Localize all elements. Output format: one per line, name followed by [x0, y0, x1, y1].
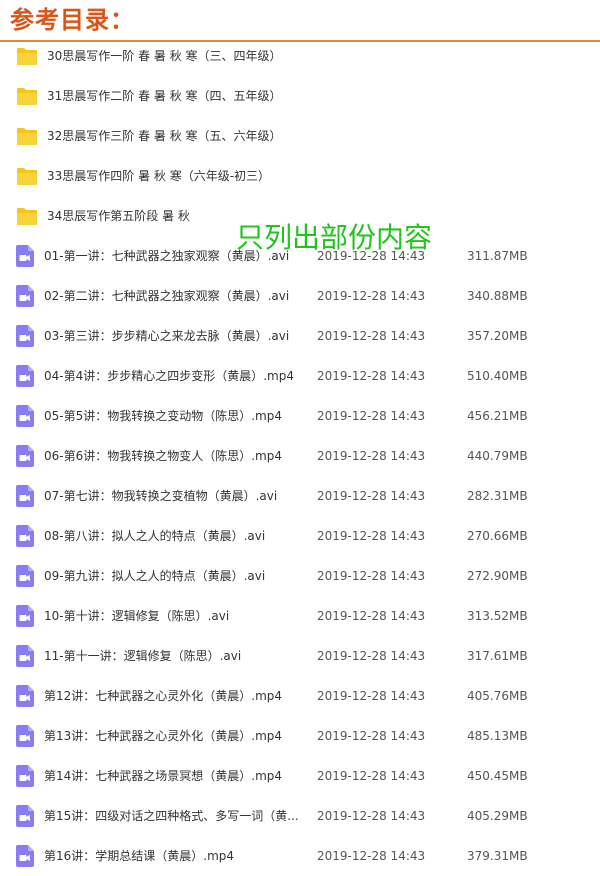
- file-name: 04-第4讲：步步精心之四步变形（黄晨）.mp4: [44, 369, 294, 383]
- folder-icon: [16, 166, 38, 186]
- folder-row[interactable]: 32思晨写作三阶 春 暑 秋 寒（五、六年级）: [0, 116, 600, 156]
- video-file-icon: [16, 685, 34, 707]
- file-size: 456.21MB: [467, 409, 528, 423]
- file-size: 313.52MB: [467, 609, 528, 623]
- file-size: 510.40MB: [467, 369, 528, 383]
- file-date: 2019-12-28 14:43: [317, 849, 426, 863]
- file-row[interactable]: 第14讲：七种武器之场景冥想（黄晨）.mp4 2019-12-28 14:43 45…: [0, 756, 600, 796]
- file-size: 317.61MB: [467, 649, 528, 663]
- video-file-icon: [16, 605, 34, 627]
- file-name: 05-第5讲：物我转换之变动物（陈思）.mp4: [44, 409, 282, 423]
- file-row[interactable]: 10-第十讲：逻辑修复（陈思）.avi 2019-12-28 14:43 313.5…: [0, 596, 600, 636]
- video-file-icon: [16, 445, 34, 467]
- file-date: 2019-12-28 14:43: [317, 729, 426, 743]
- file-name: 第16讲：学期总结课（黄晨）.mp4: [44, 849, 235, 863]
- file-size: 311.87MB: [467, 249, 528, 263]
- folder-name: 34思辰写作第五阶段 暑 秋: [47, 209, 190, 223]
- file-date: 2019-12-28 14:43: [317, 689, 426, 703]
- file-size: 379.31MB: [467, 849, 528, 863]
- video-file-icon: [16, 805, 34, 827]
- file-date: 2019-12-28 14:43: [317, 769, 426, 783]
- folder-name: 31思晨写作二阶 春 暑 秋 寒（四、五年级）: [47, 89, 282, 103]
- file-row[interactable]: 08-第八讲：拟人之人的特点（黄晨）.avi 2019-12-28 14:43 27…: [0, 516, 600, 556]
- video-file-icon: [16, 405, 34, 427]
- folder-row[interactable]: 31思晨写作二阶 春 暑 秋 寒（四、五年级）: [0, 76, 600, 116]
- file-name: 03-第三讲：步步精心之来龙去脉（黄晨）.avi: [44, 329, 290, 343]
- file-date: 2019-12-28 14:43: [317, 649, 426, 663]
- file-row[interactable]: 第15讲：四级对话之四种格式、多写一词（黄... 2019-12-28 14:43…: [0, 796, 600, 836]
- folder-row[interactable]: 33思晨写作四阶 暑 秋 寒（六年级-初三）: [0, 156, 600, 196]
- file-date: 2019-12-28 14:43: [317, 809, 426, 823]
- file-date: 2019-12-28 14:43: [317, 289, 426, 303]
- video-file-icon: [16, 845, 34, 867]
- video-file-icon: [16, 565, 34, 587]
- video-file-icon: [16, 365, 34, 387]
- file-size: 485.13MB: [467, 729, 528, 743]
- file-row[interactable]: 06-第6讲：物我转换之物变人（陈思）.mp4 2019-12-28 14:43 4…: [0, 436, 600, 476]
- overlay-notice: 只列出部份内容: [236, 221, 433, 254]
- folder-name: 30思晨写作一阶 春 暑 秋 寒（三、四年级）: [47, 49, 282, 63]
- file-size: 282.31MB: [467, 489, 528, 503]
- file-name: 09-第九讲：拟人之人的特点（黄晨）.avi: [44, 569, 266, 583]
- video-file-icon: [16, 765, 34, 787]
- file-name: 第14讲：七种武器之场景冥想（黄晨）.mp4: [44, 769, 283, 783]
- file-row[interactable]: 第12讲：七种武器之心灵外化（黄晨）.mp4 2019-12-28 14:43 40…: [0, 676, 600, 716]
- video-file-icon: [16, 725, 34, 747]
- file-date: 2019-12-28 14:43: [317, 369, 426, 383]
- file-row[interactable]: 02-第二讲：七种武器之独家观察（黄晨）.avi 2019-12-28 14:43…: [0, 276, 600, 316]
- file-row[interactable]: 04-第4讲：步步精心之四步变形（黄晨）.mp4 2019-12-28 14:43…: [0, 356, 600, 396]
- file-size: 450.45MB: [467, 769, 528, 783]
- file-size: 440.79MB: [467, 449, 528, 463]
- file-date: 2019-12-28 14:43: [317, 489, 426, 503]
- file-name: 02-第二讲：七种武器之独家观察（黄晨）.avi: [44, 289, 290, 303]
- file-size: 270.66MB: [467, 529, 528, 543]
- file-name: 11-第十一讲：逻辑修复（陈思）.avi: [44, 649, 242, 663]
- file-date: 2019-12-28 14:43: [317, 569, 426, 583]
- file-row[interactable]: 第13讲：七种武器之心灵外化（黄晨）.mp4 2019-12-28 14:43 48…: [0, 716, 600, 756]
- file-size: 357.20MB: [467, 329, 528, 343]
- video-file-icon: [16, 285, 34, 307]
- file-date: 2019-12-28 14:43: [317, 329, 426, 343]
- file-date: 2019-12-28 14:43: [317, 529, 426, 543]
- file-row[interactable]: 第16讲：学期总结课（黄晨）.mp4 2019-12-28 14:43 379.31…: [0, 836, 600, 876]
- file-date: 2019-12-28 14:43: [317, 449, 426, 463]
- video-file-icon: [16, 485, 34, 507]
- page-title: 参考目录：: [10, 5, 135, 34]
- file-row[interactable]: 03-第三讲：步步精心之来龙去脉（黄晨）.avi 2019-12-28 14:43…: [0, 316, 600, 356]
- file-name: 第13讲：七种武器之心灵外化（黄晨）.mp4: [44, 729, 283, 743]
- folder-name: 32思晨写作三阶 春 暑 秋 寒（五、六年级）: [47, 129, 282, 143]
- file-name: 第15讲：四级对话之四种格式、多写一词（黄...: [44, 809, 299, 823]
- folder-icon: [16, 126, 38, 146]
- file-name: 10-第十讲：逻辑修复（陈思）.avi: [44, 609, 230, 623]
- video-file-icon: [16, 245, 34, 267]
- file-name: 08-第八讲：拟人之人的特点（黄晨）.avi: [44, 529, 266, 543]
- file-row[interactable]: 09-第九讲：拟人之人的特点（黄晨）.avi 2019-12-28 14:43 27…: [0, 556, 600, 596]
- file-size: 405.29MB: [467, 809, 528, 823]
- video-file-icon: [16, 525, 34, 547]
- file-date: 2019-12-28 14:43: [317, 609, 426, 623]
- file-size: 405.76MB: [467, 689, 528, 703]
- file-row[interactable]: 07-第七讲：物我转换之变植物（黄晨）.avi 2019-12-28 14:43 2…: [0, 476, 600, 516]
- file-list: 30思晨写作一阶 春 暑 秋 寒（三、四年级） 31思晨写作二阶 春 暑 秋 寒（…: [0, 36, 600, 876]
- file-size: 272.90MB: [467, 569, 528, 583]
- file-row[interactable]: 11-第十一讲：逻辑修复（陈思）.avi 2019-12-28 14:43 317.…: [0, 636, 600, 676]
- file-name: 07-第七讲：物我转换之变植物（黄晨）.avi: [44, 489, 278, 503]
- file-name: 第12讲：七种武器之心灵外化（黄晨）.mp4: [44, 689, 283, 703]
- file-row[interactable]: 05-第5讲：物我转换之变动物（陈思）.mp4 2019-12-28 14:43 4…: [0, 396, 600, 436]
- file-date: 2019-12-28 14:43: [317, 409, 426, 423]
- folder-name: 33思晨写作四阶 暑 秋 寒（六年级-初三）: [47, 169, 271, 183]
- folder-icon: [16, 206, 38, 226]
- video-file-icon: [16, 645, 34, 667]
- video-file-icon: [16, 325, 34, 347]
- folder-row[interactable]: 30思晨写作一阶 春 暑 秋 寒（三、四年级）: [0, 36, 600, 76]
- folder-icon: [16, 46, 38, 66]
- folder-icon: [16, 86, 38, 106]
- file-name: 06-第6讲：物我转换之物变人（陈思）.mp4: [44, 449, 282, 463]
- file-size: 340.88MB: [467, 289, 528, 303]
